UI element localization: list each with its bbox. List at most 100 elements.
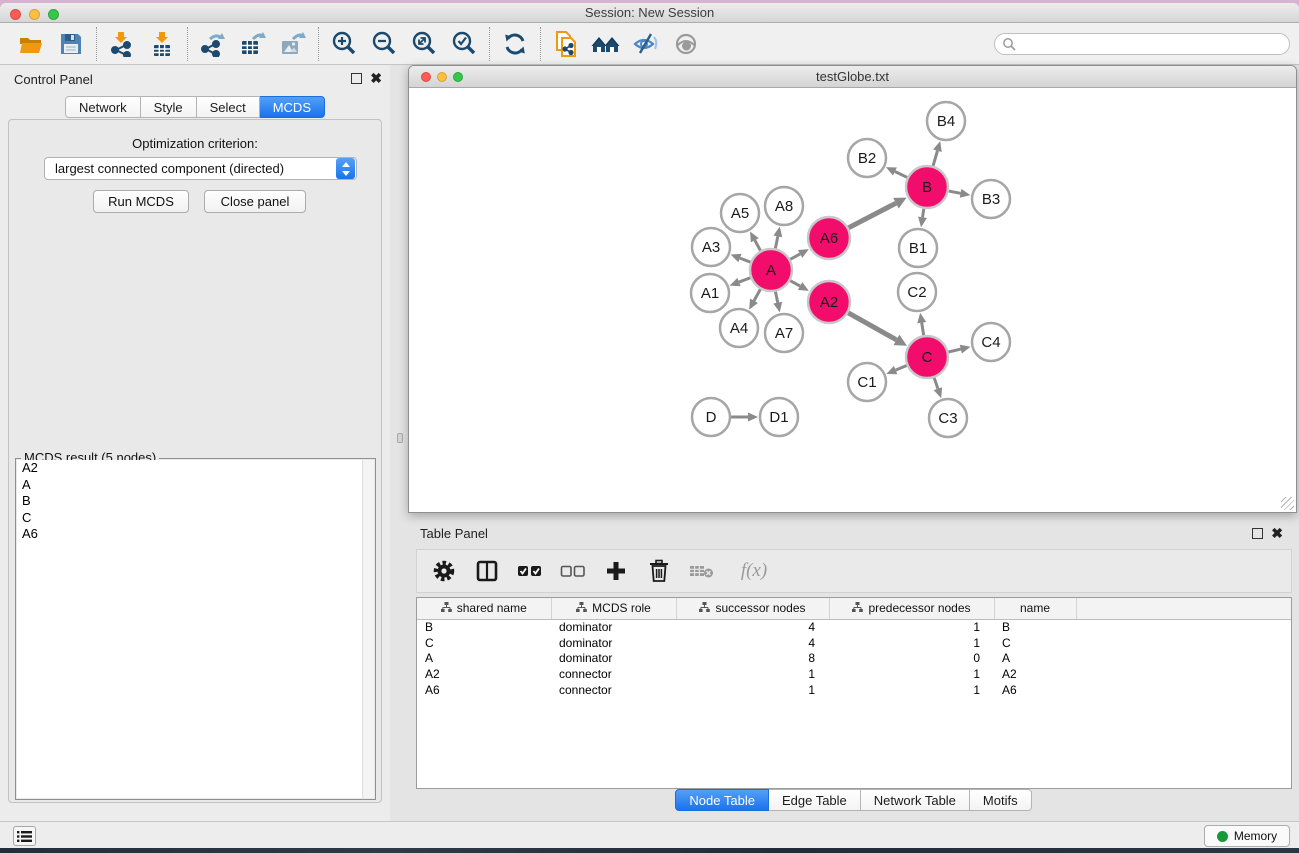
zoom-selected-button[interactable] xyxy=(447,28,481,60)
refresh-icon xyxy=(502,31,528,57)
tab-network-table[interactable]: Network Table xyxy=(861,789,970,811)
hide-selected-button[interactable] xyxy=(629,28,663,60)
graph-node-label: A8 xyxy=(775,198,793,215)
graph-edge[interactable] xyxy=(754,289,760,301)
close-panel-icon[interactable]: ✖ xyxy=(1271,526,1283,540)
search-input[interactable] xyxy=(994,33,1290,55)
float-panel-icon[interactable] xyxy=(351,73,362,84)
save-session-button[interactable] xyxy=(54,28,88,60)
table-row[interactable]: A6connector11A6 xyxy=(417,682,1291,698)
table-row[interactable]: A2connector11A2 xyxy=(417,666,1291,682)
graph-edge[interactable] xyxy=(739,278,750,282)
add-column-button[interactable] xyxy=(599,554,633,588)
control-panel-title: Control Panel xyxy=(14,72,93,87)
export-image-button[interactable] xyxy=(276,28,310,60)
graph-node-label: C2 xyxy=(907,284,926,301)
column-header-name[interactable]: name xyxy=(994,598,1076,619)
column-header-shared-name[interactable]: shared name xyxy=(417,598,551,619)
tab-style[interactable]: Style xyxy=(141,96,197,118)
zoom-in-button[interactable] xyxy=(327,28,361,60)
table-row[interactable]: Adominator80A xyxy=(417,651,1291,667)
graph-node-label: A xyxy=(766,262,776,279)
export-table-button[interactable] xyxy=(236,28,270,60)
mcds-panel: Optimization criterion: largest connecte… xyxy=(8,119,382,803)
refresh-button[interactable] xyxy=(498,28,532,60)
tab-edge-table[interactable]: Edge Table xyxy=(769,789,861,811)
window-resize-grip[interactable] xyxy=(1281,497,1294,510)
result-item[interactable]: A2 xyxy=(17,460,362,477)
table-row[interactable]: Bdominator41B xyxy=(417,619,1291,635)
open-file-button[interactable] xyxy=(14,28,48,60)
result-item[interactable]: A xyxy=(17,477,362,494)
run-mcds-button[interactable]: Run MCDS xyxy=(93,190,189,213)
graph-edge[interactable] xyxy=(755,240,761,250)
column-header-predecessor-nodes[interactable]: predecessor nodes xyxy=(829,598,994,619)
result-item[interactable]: B xyxy=(17,493,362,510)
column-header-successor-nodes[interactable]: successor nodes xyxy=(676,598,829,619)
import-table-button[interactable] xyxy=(145,28,179,60)
graph-edge[interactable] xyxy=(933,151,937,166)
result-item[interactable]: C xyxy=(17,510,362,527)
panel-divider-handle[interactable] xyxy=(397,433,403,443)
tab-mcds[interactable]: MCDS xyxy=(260,96,325,118)
delete-table-icon xyxy=(689,562,715,580)
graph-node-label: A5 xyxy=(731,205,749,222)
show-all-button[interactable] xyxy=(669,28,703,60)
column-header-MCDS-role[interactable]: MCDS role xyxy=(551,598,676,619)
table-row[interactable]: Cdominator41C xyxy=(417,635,1291,651)
home-button[interactable] xyxy=(589,28,623,60)
graph-edge[interactable] xyxy=(949,191,961,193)
table-settings-button[interactable] xyxy=(427,554,461,588)
tab-select[interactable]: Select xyxy=(197,96,260,118)
graph-edge[interactable] xyxy=(790,281,800,286)
zoom-fit-button[interactable] xyxy=(407,28,441,60)
graph-edge[interactable] xyxy=(775,236,777,248)
criterion-dropdown[interactable]: largest connected component (directed) xyxy=(44,157,357,180)
graph-edge[interactable] xyxy=(790,254,800,259)
show-columns-button[interactable] xyxy=(470,554,504,588)
graph-edge-arrowhead xyxy=(731,254,742,262)
node-table[interactable]: shared nameMCDS rolesuccessor nodesprede… xyxy=(416,597,1292,789)
zoom-out-button[interactable] xyxy=(367,28,401,60)
result-scrollbar[interactable] xyxy=(362,460,374,798)
eye-slash-icon xyxy=(632,32,660,56)
trash-icon xyxy=(648,559,670,583)
select-all-button[interactable] xyxy=(513,554,547,588)
deselect-all-button[interactable] xyxy=(556,554,590,588)
delete-table-button[interactable] xyxy=(685,554,719,588)
columns-icon xyxy=(475,559,499,583)
graph-node-label: B3 xyxy=(982,191,1000,208)
graph-edge[interactable] xyxy=(948,349,960,352)
graph-edge[interactable] xyxy=(740,258,751,262)
graph-edge[interactable] xyxy=(922,323,924,336)
function-builder-button[interactable]: f(x) xyxy=(728,554,780,588)
graph-edge[interactable] xyxy=(849,203,896,228)
graph-edge[interactable] xyxy=(775,292,777,303)
export-network-button[interactable] xyxy=(196,28,230,60)
network-canvas[interactable]: B4B2BB3B1A5A8A6A3AA1A4A7A2C2CC4C1C3DD1 xyxy=(409,88,1296,512)
graph-edge[interactable] xyxy=(934,378,938,389)
graph-edge-arrowhead xyxy=(960,189,971,198)
tab-network[interactable]: Network xyxy=(65,96,141,118)
graph-edge[interactable] xyxy=(895,171,907,177)
close-panel-icon[interactable]: ✖ xyxy=(370,71,382,85)
tab-motifs[interactable]: Motifs xyxy=(970,789,1032,811)
close-panel-button[interactable]: Close panel xyxy=(204,190,306,213)
memory-button[interactable]: Memory xyxy=(1204,825,1290,847)
delete-column-button[interactable] xyxy=(642,554,676,588)
clone-network-button[interactable] xyxy=(549,28,583,60)
graph-edge[interactable] xyxy=(923,209,924,218)
graph-edge[interactable] xyxy=(896,365,907,370)
graph-edge[interactable] xyxy=(848,313,896,340)
result-item[interactable]: A6 xyxy=(17,526,362,543)
float-panel-icon[interactable] xyxy=(1252,528,1263,539)
graph-node-label: A1 xyxy=(701,285,719,302)
import-network-button[interactable] xyxy=(105,28,139,60)
criterion-dropdown-value: largest connected component (directed) xyxy=(45,161,336,176)
tab-node-table[interactable]: Node Table xyxy=(675,789,769,811)
control-panel: Control Panel ✖ NetworkStyleSelectMCDS O… xyxy=(0,65,390,821)
mcds-result-list[interactable]: A2ABCA6 xyxy=(17,460,362,798)
task-history-button[interactable] xyxy=(13,826,36,846)
graph-node-label: C xyxy=(922,349,933,366)
status-bar: Memory xyxy=(0,821,1299,848)
